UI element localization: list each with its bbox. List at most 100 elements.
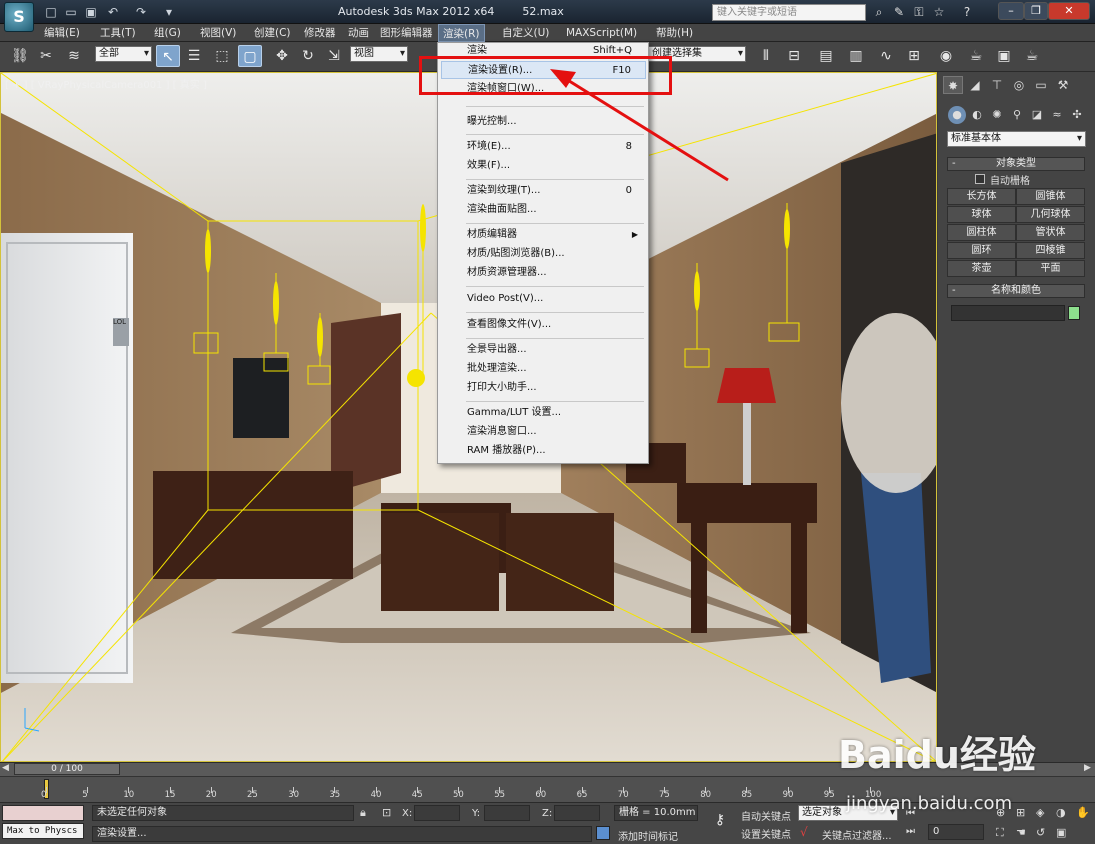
reference-coord-dropdown[interactable]: 视图 (350, 46, 408, 62)
object-category-dropdown[interactable]: 标准基本体 (947, 131, 1086, 147)
graphite-ribbon-icon[interactable]: ▥ (844, 45, 868, 67)
quick-access-dropdown-icon[interactable]: ▾ (160, 4, 178, 20)
create-tab-icon[interactable]: ✸ (943, 76, 963, 94)
set-key-button[interactable]: 设置关键点 (741, 826, 791, 841)
scale-icon[interactable]: ⇲ (322, 45, 346, 67)
pyramid-button[interactable]: 四棱锥 (1016, 242, 1085, 259)
motion-tab-icon[interactable]: ◎ (1009, 76, 1029, 94)
time-prev-icon[interactable]: ◀ (2, 763, 9, 773)
systems-icon[interactable]: ✣ (1068, 106, 1086, 124)
menu-group[interactable]: 组(G) (150, 24, 185, 42)
menu-item-batch-render[interactable]: 批处理渲染... (441, 360, 646, 378)
y-coord-field[interactable] (484, 805, 530, 821)
object-name-input[interactable] (951, 305, 1065, 321)
abs-mode-icon[interactable]: ⊡ (382, 806, 391, 819)
redo-icon[interactable]: ↷ (132, 4, 150, 20)
display-tab-icon[interactable]: ▭ (1031, 76, 1051, 94)
shapes-icon[interactable]: ◐ (968, 106, 986, 124)
geosphere-button[interactable]: 几何球体 (1016, 206, 1085, 223)
menu-item-view-image-file[interactable]: 查看图像文件(V)... (441, 316, 646, 334)
rect-selection-icon[interactable]: ⬚ (210, 45, 234, 67)
search-input[interactable]: 键入关键字或短语 (712, 4, 866, 21)
menu-item-material-editor[interactable]: 材质编辑器 ▶ (441, 226, 646, 244)
key-filters-button[interactable]: 关键点过滤器... (822, 827, 892, 842)
menu-item-material-map-browser[interactable]: 材质/贴图浏览器(B)... (441, 245, 646, 263)
lock-icon[interactable]: 🔒︎ (360, 806, 366, 820)
x-coord-field[interactable] (414, 805, 460, 821)
menu-views[interactable]: 视图(V) (196, 24, 240, 42)
open-file-icon[interactable]: ▭ (62, 4, 80, 20)
menu-item-render-surface-map[interactable]: 渲染曲面贴图... (441, 201, 646, 219)
menu-item-video-post[interactable]: Video Post(V)... (441, 290, 646, 308)
render-production-icon[interactable]: ☕ (1020, 45, 1044, 67)
render-setup-icon[interactable]: ☕ (964, 45, 988, 67)
window-crossing-icon[interactable]: ▢ (238, 45, 262, 67)
torus-button[interactable]: 圆环 (947, 242, 1016, 259)
move-icon[interactable]: ✥ (270, 45, 294, 67)
maxscript-mini-listener[interactable]: Max to Physcs ( (2, 823, 84, 839)
curve-editor-icon[interactable]: ∿ (874, 45, 898, 67)
time-tag-icon[interactable] (596, 826, 610, 840)
menu-item-render-message-window[interactable]: 渲染消息窗口... (441, 423, 646, 441)
rotate-icon[interactable]: ↻ (296, 45, 320, 67)
binoculars-icon[interactable]: ⌕ (870, 4, 888, 20)
restore-button[interactable]: ❐ (1024, 2, 1048, 20)
walkthrough-icon[interactable]: ⛶ (996, 826, 1004, 840)
selection-filter-dropdown[interactable]: 全部 (95, 46, 152, 62)
menu-item-ram-player[interactable]: RAM 播放器(P)... (441, 442, 646, 460)
cameras-icon[interactable]: ⚲ (1008, 106, 1026, 124)
unlink-icon[interactable]: ✂ (34, 45, 58, 67)
pan-icon[interactable]: ✋ (1076, 806, 1090, 819)
menu-item-gamma-lut[interactable]: Gamma/LUT 设置... (441, 404, 646, 422)
bind-spacewarp-icon[interactable]: ≋ (62, 45, 86, 67)
utilities-tab-icon[interactable]: ⚒ (1053, 76, 1073, 94)
menu-edit[interactable]: 编辑(E) (40, 24, 84, 42)
layer-manager-icon[interactable]: ▤ (814, 45, 838, 67)
modify-tab-icon[interactable]: ◢ (965, 76, 985, 94)
key-icon[interactable]: ⚿ (910, 4, 928, 20)
time-slider[interactable]: 0 / 100 (14, 763, 120, 775)
key-mode-icon[interactable]: ⏭ (906, 826, 915, 837)
maxscript-mini-listener-pink[interactable] (2, 805, 84, 821)
select-object-icon[interactable]: ↖ (156, 45, 180, 67)
zoom-extents-icon[interactable]: ◈ (1036, 806, 1044, 819)
plane-button[interactable]: 平面 (1016, 260, 1085, 277)
teapot-button[interactable]: 茶壶 (947, 260, 1016, 277)
geometry-icon[interactable]: ● (948, 106, 966, 124)
name-color-rollout-header[interactable]: - 名称和颜色 (947, 284, 1085, 298)
close-button[interactable]: ✕ (1048, 2, 1090, 20)
object-color-swatch[interactable] (1068, 306, 1080, 320)
material-editor-icon[interactable]: ◉ (934, 45, 958, 67)
zoom-all-icon[interactable]: ⊞ (1016, 806, 1025, 819)
menu-tools[interactable]: 工具(T) (96, 24, 140, 42)
set-key-icon[interactable]: ⚷ (708, 812, 732, 830)
menu-item-material-explorer[interactable]: 材质资源管理器... (441, 264, 646, 282)
menu-item-panorama-exporter[interactable]: 全景导出器... (441, 341, 646, 359)
schematic-view-icon[interactable]: ⊞ (902, 45, 926, 67)
add-time-tag-label[interactable]: 添加时间标记 (618, 828, 678, 843)
undo-icon[interactable]: ↶ (104, 4, 122, 20)
time-next-icon[interactable]: ▶ (1084, 763, 1091, 773)
menu-item-print-size-assistant[interactable]: 打印大小助手... (441, 379, 646, 397)
link-icon[interactable]: ⛓ (8, 45, 32, 67)
object-type-rollout-header[interactable]: - 对象类型 (947, 157, 1085, 171)
help-icon[interactable]: ? (958, 4, 976, 20)
maximize-viewport-icon[interactable]: ▣ (1056, 826, 1066, 839)
orbit-icon[interactable]: ↺ (1036, 826, 1045, 839)
mirror-icon[interactable]: ⫴ (754, 45, 778, 67)
save-file-icon[interactable]: ▣ (82, 4, 100, 20)
current-frame-field[interactable]: 0 (928, 824, 984, 840)
menu-customize[interactable]: 自定义(U) (498, 24, 553, 42)
cylinder-button[interactable]: 圆柱体 (947, 224, 1016, 241)
menu-maxscript[interactable]: MAXScript(M) (562, 24, 641, 42)
menu-animation[interactable]: 动画 (344, 24, 373, 42)
menu-create[interactable]: 创建(C) (250, 24, 295, 42)
cone-button[interactable]: 圆锥体 (1016, 188, 1085, 205)
fov-icon[interactable]: ◑ (1056, 806, 1066, 819)
sphere-button[interactable]: 球体 (947, 206, 1016, 223)
rendered-frame-icon[interactable]: ▣ (992, 45, 1016, 67)
menu-modifiers[interactable]: 修改器 (300, 24, 340, 42)
menu-help[interactable]: 帮助(H) (652, 24, 697, 42)
align-icon[interactable]: ⊟ (782, 45, 806, 67)
star-icon[interactable]: ☆ (930, 4, 948, 20)
